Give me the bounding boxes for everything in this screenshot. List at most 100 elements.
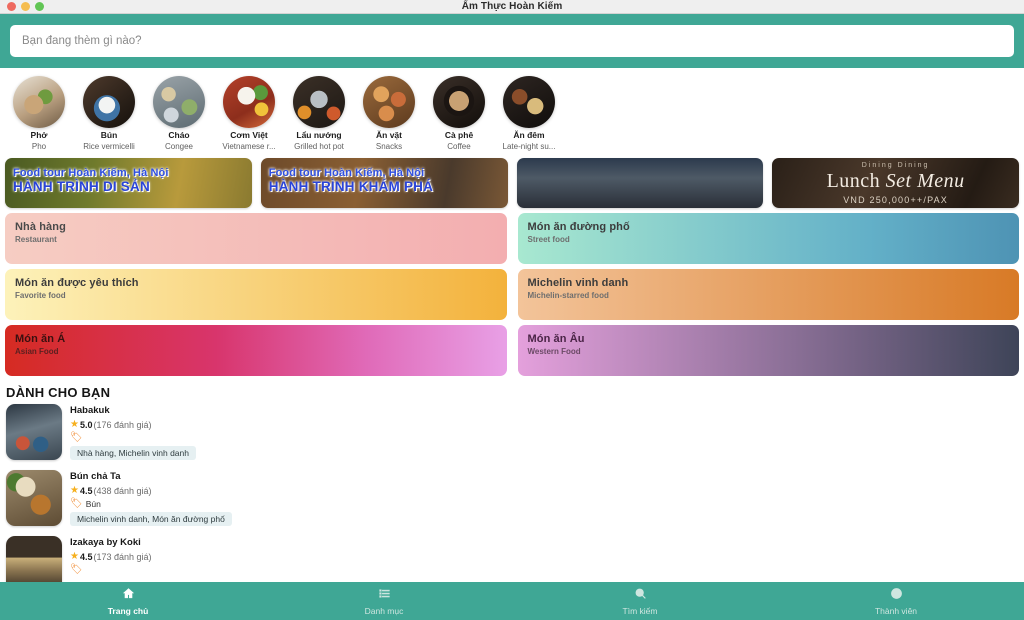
- nav-label: Thành viên: [874, 605, 918, 616]
- category-label-en: Grilled hot pot: [294, 142, 344, 151]
- category-card-favorite-food[interactable]: Món ăn được yêu thích Favorite food: [5, 269, 507, 320]
- review-count: (438 đánh giá): [93, 485, 152, 496]
- rating-value: 5.0: [79, 419, 93, 430]
- card-title-vn: Món ăn Á: [15, 333, 66, 345]
- card-title-vn: Món ăn đường phố: [527, 221, 630, 233]
- list-item[interactable]: Habakuk ★ 5.0 (176 đánh giá) 🏷 Nhà hàng,…: [6, 404, 1018, 461]
- category-label-en: Snacks: [375, 142, 403, 151]
- category-label-vn: Lẩu nướng: [296, 130, 342, 140]
- lau-nuong-photo-icon: [293, 76, 345, 128]
- nav-item-categories[interactable]: Danh mục: [256, 587, 512, 616]
- tag-row: 🏷: [70, 433, 1018, 443]
- category-label-vn: Cà phê: [444, 130, 474, 140]
- card-title-en: Street food: [527, 235, 570, 244]
- list-item[interactable]: Izakaya by Koki ★ 4.5 (173 đánh giá) 🏷: [6, 536, 1018, 582]
- category-card-michelin[interactable]: Michelin vinh danh Michelin-starred food: [517, 269, 1019, 320]
- search-icon: [634, 587, 647, 604]
- promo-banner-di-san[interactable]: Food tour Hoàn Kiếm, Hà Nội HÀNH TRÌNH D…: [5, 158, 252, 208]
- star-icon: ★: [70, 419, 79, 430]
- review-count: (176 đánh giá): [93, 419, 152, 430]
- banner-line-1: Food tour Hoàn Kiếm, Hà Nội: [13, 167, 169, 179]
- an-dem-photo-icon: [503, 76, 555, 128]
- category-label-en: Late-night su...: [502, 142, 556, 151]
- list-item[interactable]: Bún chả Ta ★ 4.5 (438 đánh giá) 🏷 Bún Mi…: [6, 470, 1018, 527]
- category-item-bun[interactable]: Bún Rice vermicelli: [74, 76, 144, 151]
- com-viet-photo-icon: [223, 76, 275, 128]
- card-title-vn: Món ăn Âu: [527, 333, 585, 345]
- nav-label: Tìm kiếm: [622, 605, 658, 616]
- category-item-chao[interactable]: Cháo Congee: [144, 76, 214, 151]
- nav-item-member[interactable]: Thành viên: [768, 587, 1024, 616]
- restaurant-list: Habakuk ★ 5.0 (176 đánh giá) 🏷 Nhà hàng,…: [0, 404, 1024, 582]
- tag-icon: 🏷: [70, 432, 83, 443]
- promo-banner-lunch-set-menu[interactable]: Dining Dining Lunch Set Menu VND 250,000…: [772, 158, 1019, 208]
- category-card-asian-food[interactable]: Món ăn Á Asian Food: [5, 325, 507, 376]
- rating-row: ★ 5.0 (176 đánh giá): [70, 419, 1018, 430]
- category-cards-right-column: Món ăn đường phố Street food Michelin vi…: [517, 213, 1019, 376]
- category-card-restaurant[interactable]: Nhà hàng Restaurant: [5, 213, 507, 264]
- tag-row: 🏷 Bún: [70, 498, 1018, 510]
- home-icon: [122, 587, 135, 604]
- category-card-western-food[interactable]: Món ăn Âu Western Food: [517, 325, 1019, 376]
- nav-item-search[interactable]: Tìm kiếm: [512, 587, 768, 616]
- card-title-en: Restaurant: [15, 235, 57, 244]
- category-card-street-food[interactable]: Món ăn đường phố Street food: [517, 213, 1019, 264]
- banner-line-1: Food tour Hoàn Kiếm, Hà Nội: [268, 167, 425, 179]
- review-count: (173 đánh giá): [93, 551, 152, 562]
- nav-label: Danh mục: [364, 605, 404, 616]
- card-title-en: Favorite food: [15, 291, 66, 300]
- app-header: Bạn đang thèm gì nào?: [0, 14, 1024, 68]
- category-item-ca-phe[interactable]: Cà phê Coffee: [424, 76, 494, 151]
- category-chip: Michelin vinh danh, Món ăn đường phố: [70, 512, 232, 526]
- chao-photo-icon: [153, 76, 205, 128]
- card-title-en: Asian Food: [15, 347, 59, 356]
- promo-banner-kham-pha[interactable]: Food tour Hoàn Kiếm, Hà Nội HÀNH TRÌNH K…: [260, 158, 508, 208]
- promo-banner-street-photo[interactable]: [516, 158, 764, 208]
- account-icon: [890, 587, 903, 604]
- nav-item-home[interactable]: Trang chủ: [0, 587, 256, 616]
- banner-price: VND 250,000++/PAX: [843, 194, 949, 205]
- category-label-en: Vietnamese r...: [222, 142, 276, 151]
- rating-row: ★ 4.5 (173 đánh giá): [70, 551, 1018, 562]
- banner-line-2: HÀNH TRÌNH KHÁM PHÁ: [268, 179, 434, 194]
- category-chip: Nhà hàng, Michelin vinh danh: [70, 446, 196, 460]
- search-input[interactable]: Bạn đang thèm gì nào?: [10, 25, 1014, 57]
- category-label-en: Congee: [164, 142, 194, 151]
- category-label-vn: Ăn đêm: [513, 130, 545, 140]
- card-title-vn: Michelin vinh danh: [527, 277, 629, 289]
- restaurant-name: Bún chả Ta: [70, 471, 121, 482]
- nav-label: Trang chủ: [107, 605, 149, 616]
- an-vat-photo-icon: [363, 76, 415, 128]
- search-placeholder-text: Bạn đang thèm gì nào?: [22, 35, 142, 47]
- category-item-an-dem[interactable]: Ăn đêm Late-night su...: [494, 76, 564, 151]
- bottom-navigation: Trang chủ Danh mục Tìm kiếm Thành viên: [0, 582, 1024, 620]
- banner-brand: Dining Dining: [861, 161, 930, 169]
- category-item-lau-nuong[interactable]: Lẩu nướng Grilled hot pot: [284, 76, 354, 151]
- category-label-en: Coffee: [447, 142, 471, 151]
- restaurant-name: Habakuk: [70, 405, 110, 416]
- tag-row: 🏷: [70, 565, 1018, 575]
- category-cards: Nhà hàng Restaurant Món ăn được yêu thíc…: [0, 213, 1024, 376]
- card-title-vn: Nhà hàng: [15, 221, 66, 233]
- app-window: Ẩm Thực Hoàn Kiếm Bạn đang thèm gì nào? …: [0, 0, 1024, 620]
- section-title-for-you: DÀNH CHO BẠN: [6, 385, 111, 400]
- bun-photo-icon: [83, 76, 135, 128]
- category-label-vn: Phở: [30, 130, 48, 140]
- category-item-com-viet[interactable]: Cơm Việt Vietnamese r...: [214, 76, 284, 151]
- category-item-an-vat[interactable]: Ăn vặt Snacks: [354, 76, 424, 151]
- tag-icon: 🏷: [70, 498, 83, 509]
- star-icon: ★: [70, 485, 79, 496]
- category-strip: Phở Pho Bún Rice vermicelli Cháo Congee …: [0, 68, 1024, 155]
- restaurant-thumbnail: [6, 536, 62, 582]
- restaurant-name: Izakaya by Koki: [70, 537, 141, 548]
- star-icon: ★: [70, 551, 79, 562]
- list-icon: [378, 587, 391, 604]
- main-content: Phở Pho Bún Rice vermicelli Cháo Congee …: [0, 68, 1024, 582]
- tag-icon: 🏷: [70, 564, 83, 575]
- restaurant-thumbnail: [6, 470, 62, 526]
- banner-line-2: HÀNH TRÌNH DI SẢN: [13, 179, 150, 194]
- card-title-en: Western Food: [527, 347, 581, 356]
- ca-phe-photo-icon: [433, 76, 485, 128]
- tag-label: Bún: [85, 499, 101, 509]
- category-item-pho[interactable]: Phở Pho: [4, 76, 74, 151]
